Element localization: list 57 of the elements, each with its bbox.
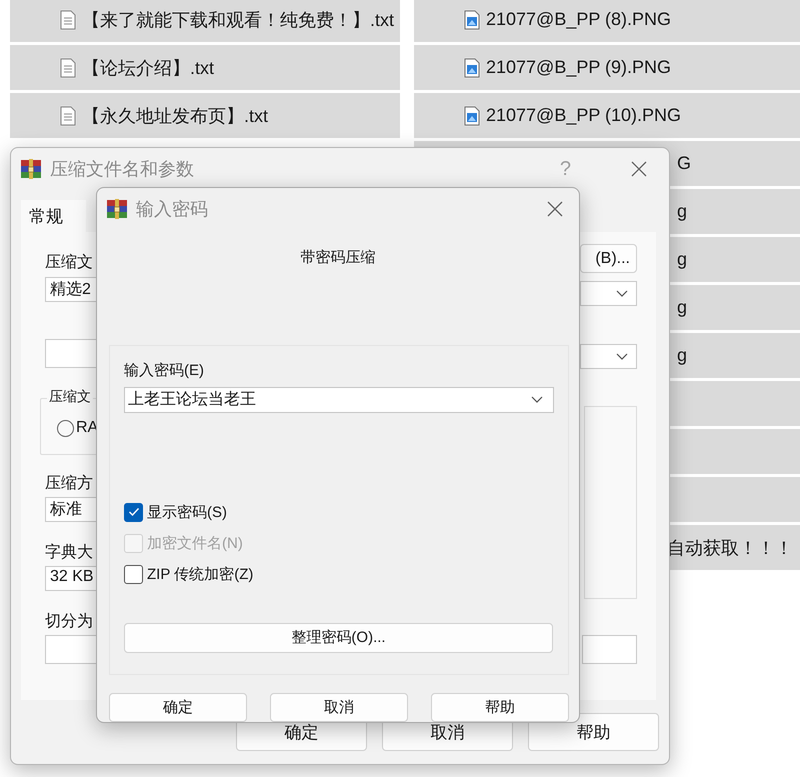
- close-button[interactable]: [545, 199, 565, 219]
- field-label: 输入密码(E): [124, 360, 205, 381]
- window-title: 压缩文件名和参数: [50, 158, 194, 181]
- file-name: 21077@B_PP (10).PNG: [486, 105, 682, 126]
- file-name: g: [677, 201, 688, 222]
- close-icon: [631, 161, 647, 177]
- archive-icon: [20, 159, 42, 179]
- file-tile[interactable]: 21077@B_PP (8).PNG: [414, 0, 800, 42]
- file-tile[interactable]: 21077@B_PP (9).PNG: [414, 45, 800, 90]
- image-file-icon: [464, 58, 480, 78]
- file-tile[interactable]: 【论坛介绍】.txt: [10, 45, 400, 90]
- file-name: G: [677, 153, 692, 174]
- dialog-button[interactable]: 帮助: [431, 693, 569, 722]
- chevron-down-icon: [616, 290, 628, 298]
- dialog-button[interactable]: 帮助: [528, 713, 659, 751]
- image-file-icon: [464, 10, 480, 30]
- archive-icon: [106, 199, 128, 219]
- text-file-icon: [60, 10, 76, 30]
- group-label: 压缩文: [47, 388, 93, 406]
- field-label: 压缩方: [45, 474, 93, 494]
- dialog-heading: 带密码压缩: [300, 248, 376, 268]
- checkbox[interactable]: [124, 564, 143, 584]
- checkbox[interactable]: [124, 502, 143, 522]
- image-file-icon: [464, 106, 480, 126]
- file-name: g: [677, 345, 688, 366]
- dialog-button[interactable]: 确定: [109, 693, 247, 722]
- field-label: 切分为: [45, 612, 93, 632]
- file-tile[interactable]: 21077@B_PP (10).PNG: [414, 93, 800, 138]
- dialog-button[interactable]: 取消: [270, 693, 408, 722]
- checkbox-label: ZIP 传统加密(Z): [147, 564, 254, 584]
- text-file-icon: [60, 106, 76, 126]
- text-file-icon: [60, 58, 76, 78]
- file-tile[interactable]: 【来了就能下载和观看！纯免费！】.txt: [10, 0, 400, 42]
- file-name: 【永久地址发布页】.txt: [82, 104, 268, 128]
- file-name: g: [677, 249, 688, 270]
- field-label: 压缩文: [45, 252, 93, 273]
- file-tile[interactable]: 【永久地址发布页】.txt: [10, 93, 400, 138]
- chevron-down-icon: [531, 396, 543, 404]
- checkbox-label: 加密文件名(N): [147, 534, 243, 553]
- tab[interactable]: 常规: [21, 200, 86, 232]
- chevron-down-icon: [616, 352, 628, 360]
- field-label: 字典大: [45, 542, 93, 563]
- window-title: 输入密码: [136, 198, 208, 221]
- password-field[interactable]: 上老王论坛当老王: [124, 386, 554, 413]
- organize-button[interactable]: 整理密码(O)...: [124, 622, 553, 653]
- file-name: 【来了就能下载和观看！纯免费！】.txt: [82, 8, 394, 32]
- file-name: 【论坛介绍】.txt: [82, 56, 214, 80]
- file-name: 21077@B_PP (8).PNG: [486, 9, 672, 30]
- radio-button[interactable]: [57, 420, 74, 436]
- checkmark-icon: [128, 507, 140, 518]
- close-button[interactable]: [629, 159, 649, 179]
- checkbox-label: 显示密码(S): [147, 502, 227, 522]
- file-name: g: [677, 297, 688, 318]
- file-name: 21077@B_PP (9).PNG: [486, 57, 672, 78]
- close-icon: [547, 201, 563, 217]
- input-field[interactable]: [582, 635, 637, 664]
- browse-button[interactable]: (B)...: [580, 244, 637, 273]
